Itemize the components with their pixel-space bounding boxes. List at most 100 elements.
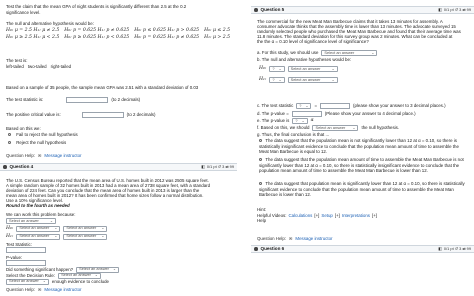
q3-decision-fail-label: Fail to reject the null hypothesis [16, 132, 78, 137]
q6-meta: ◧ 0/1 pt ↺ 3 ⇄ 99 [438, 245, 471, 252]
q4-evidence-select[interactable]: Select an answer ⌄ [6, 278, 49, 285]
q5-h1-param-value: ? [272, 76, 275, 82]
q5-part-d-input[interactable] [291, 111, 322, 117]
right-column: Question 5 ◧ 0/1 pt ↺ 3 ⇄ 99 The commerc… [237, 0, 474, 296]
chevron-down-icon: ⌄ [42, 279, 46, 284]
q5-part-d-row: d. The p-value = (Please show your answe… [257, 111, 416, 117]
flag-icon: ◧ [438, 245, 442, 251]
q3-test-is-label: The test is: [6, 58, 28, 63]
chevron-down-icon: ⌄ [331, 77, 335, 82]
q3-hyp-option-3[interactable]: H₀: p ≤ 0.625 H₁: p > 0.625 [134, 28, 199, 34]
q4-h1-row: H₁: Select an answer ⌄ Select an answer … [6, 233, 108, 240]
q3-hyp-option-7[interactable]: H₀: p = 0.625 H₁: p ≠ 0.625 [134, 35, 199, 41]
q3-test-statistic-note: (to 2 decimals) [111, 97, 141, 103]
q5-question-help: Question Help: ✉ Message instructor [257, 236, 333, 242]
envelope-icon: ✉ [38, 153, 42, 159]
radio-icon[interactable] [8, 133, 12, 137]
q5-conclusion-3[interactable]: The data suggest that population mean is… [259, 181, 467, 198]
q3-hyp-option-6[interactable]: H₀: p ≥ 0.625 H₁: p < 0.625 [64, 35, 129, 41]
q4-claim-select[interactable]: Select an answer ⌄ [6, 218, 56, 225]
envelope-icon: ✉ [38, 287, 42, 293]
q5-part-f-select[interactable]: Select an answer ⌄ [312, 125, 359, 131]
radio-icon[interactable] [259, 182, 263, 186]
alpha-symbol: α [310, 118, 314, 124]
q5-h0-op-select[interactable]: Select an answer ⌄ [287, 66, 338, 72]
q5-conclusion-1[interactable]: The data suggest that the population mea… [259, 138, 467, 155]
q5-part-c-note: (please show your answer to 3 decimal pl… [353, 103, 446, 109]
q3-hyp-option-4[interactable]: H₀: μ ≤ 2.5 [204, 28, 230, 34]
q3-hyp-option-8[interactable]: H₁: μ > 2.5 [204, 35, 230, 41]
q4-title-wrap: Question 4 [3, 164, 33, 170]
q4-h1-param-select[interactable]: Select an answer ⌄ [16, 233, 61, 240]
q5-part-c-input[interactable] [320, 103, 351, 109]
q3-two-tailed[interactable]: two-tailed [28, 64, 47, 70]
equals-sign: = [314, 103, 318, 109]
q4-h0-param-select[interactable]: Select an answer ⌄ [16, 225, 61, 232]
q3-right-tailed[interactable]: right-tailed [51, 64, 72, 70]
chevron-down-icon: ⌄ [301, 118, 305, 123]
radio-icon[interactable] [8, 141, 12, 145]
q4-claim-select-wrap: Select an answer ⌄ [6, 218, 56, 225]
q4-message-instructor-link[interactable]: Message instructor [44, 287, 81, 293]
q5-part-d-note: (Please show your answer to 4 decimal pl… [324, 111, 416, 117]
q5-part-g-label: g. Thus, the final conclusion is that ..… [257, 131, 330, 137]
q3-hyp-option-1[interactable]: H₀: μ = 2.5 H₁: μ ≠ 2.5 [6, 28, 59, 34]
q3-hyp-option-2[interactable]: H₀: p = 0.625 H₁: p ≠ 0.625 [64, 28, 129, 34]
q5-part-b-label: b. The null and alternative hypotheses w… [257, 57, 352, 62]
q4-evidence-row: Select an answer ⌄ enough evidence to co… [6, 278, 109, 285]
q4-h1-op-select[interactable]: Select an answer ⌄ [63, 233, 108, 240]
status-dot-icon [254, 8, 258, 12]
q3-critical-value-input[interactable] [81, 112, 124, 118]
q6-title: Question 6 [260, 246, 285, 252]
q3-decision-fail-to-reject[interactable]: Fail to reject the null hypothesis [8, 132, 78, 138]
radio-icon[interactable] [259, 158, 263, 162]
chevron-down-icon: ⌄ [54, 226, 58, 231]
q4-h0-op-value: Select an answer [66, 225, 97, 231]
q5-setup-plus[interactable]: [+] [335, 213, 340, 219]
q3-test-statistic-input[interactable] [66, 97, 109, 103]
q5-interp-plus[interactable]: [+] [372, 213, 377, 219]
q5-conclusion-1-text: The data suggest that the population mea… [259, 138, 459, 154]
chevron-down-icon: ⌄ [278, 66, 282, 71]
q4-test-statistic-input[interactable] [6, 247, 46, 255]
q3-question-help-label: Question Help: [6, 153, 36, 158]
chevron-down-icon: ⌄ [371, 50, 375, 55]
q5-part-e-label: e. The p-value is [257, 118, 290, 124]
q5-part-e-select[interactable]: ? ⌄ [292, 118, 308, 124]
chevron-down-icon: ⌄ [54, 234, 58, 239]
q5-part-a-label: a. For this study, we should use [257, 50, 319, 56]
radio-icon[interactable] [259, 139, 263, 143]
q4-pvalue-input[interactable] [6, 260, 46, 266]
q5-calculations-link[interactable]: Calculations [288, 213, 312, 219]
q3-sample-text: Based on a sample of 35 people, the samp… [6, 85, 199, 90]
q5-interpretations-link[interactable]: Interpretations [342, 213, 370, 219]
q5-h0-param-select[interactable]: ? ⌄ [269, 66, 285, 72]
q5-part-f-row: f. Based on this, we should Select an an… [257, 125, 399, 131]
q3-based-on-label: Based on this we: [6, 126, 41, 131]
q5-h1-op-select[interactable]: Select an answer ⌄ [287, 77, 338, 83]
q5-help-label: Help [257, 218, 267, 223]
q5-setup-link[interactable]: Setup [321, 213, 332, 219]
q4-meta-text: 0/1 pt ↺ 3 ⇄ 99 [206, 163, 234, 169]
q4-h0-row: H₀: Select an answer ⌄ Select an answer … [6, 225, 108, 232]
q4-h0-param-value: Select an answer [19, 225, 50, 231]
q5-h1-param-select[interactable]: ? ⌄ [269, 76, 285, 83]
q3-message-instructor-link[interactable]: Message instructor [44, 153, 81, 159]
q5-part-c-select[interactable]: ? ⌄ [296, 103, 312, 109]
q3-left-tailed[interactable]: left-tailed [6, 64, 24, 70]
q4-test-statistic-field[interactable] [6, 247, 46, 253]
q4-decision-value: Select an answer [61, 272, 91, 278]
q5-part-e-row: e. The p-value is ? ⌄ α [257, 118, 314, 124]
q3-hyp-option-5[interactable]: H₀: μ ≥ 2.5 H₁: μ < 2.5 [6, 35, 59, 41]
q5-message-instructor-link[interactable]: Message instructor [295, 236, 332, 242]
q5-calc-plus[interactable]: [+] [314, 213, 319, 219]
chevron-down-icon: ⌄ [101, 234, 105, 239]
chevron-down-icon: ⌄ [352, 125, 356, 130]
q5-meta: ◧ 0/1 pt ↺ 3 ⇄ 99 [438, 7, 471, 13]
q4-question-help: Question Help: ✉ Message instructor [6, 287, 82, 293]
q5-title-wrap: Question 5 [254, 7, 284, 13]
q4-h0-op-select[interactable]: Select an answer ⌄ [63, 225, 108, 232]
q5-part-a-select[interactable]: Select an answer ⌄ [321, 50, 378, 56]
q5-conclusion-2[interactable]: The data suggest that the population mea… [259, 157, 467, 174]
q3-decision-reject[interactable]: Reject the null hypothesis [8, 140, 66, 146]
